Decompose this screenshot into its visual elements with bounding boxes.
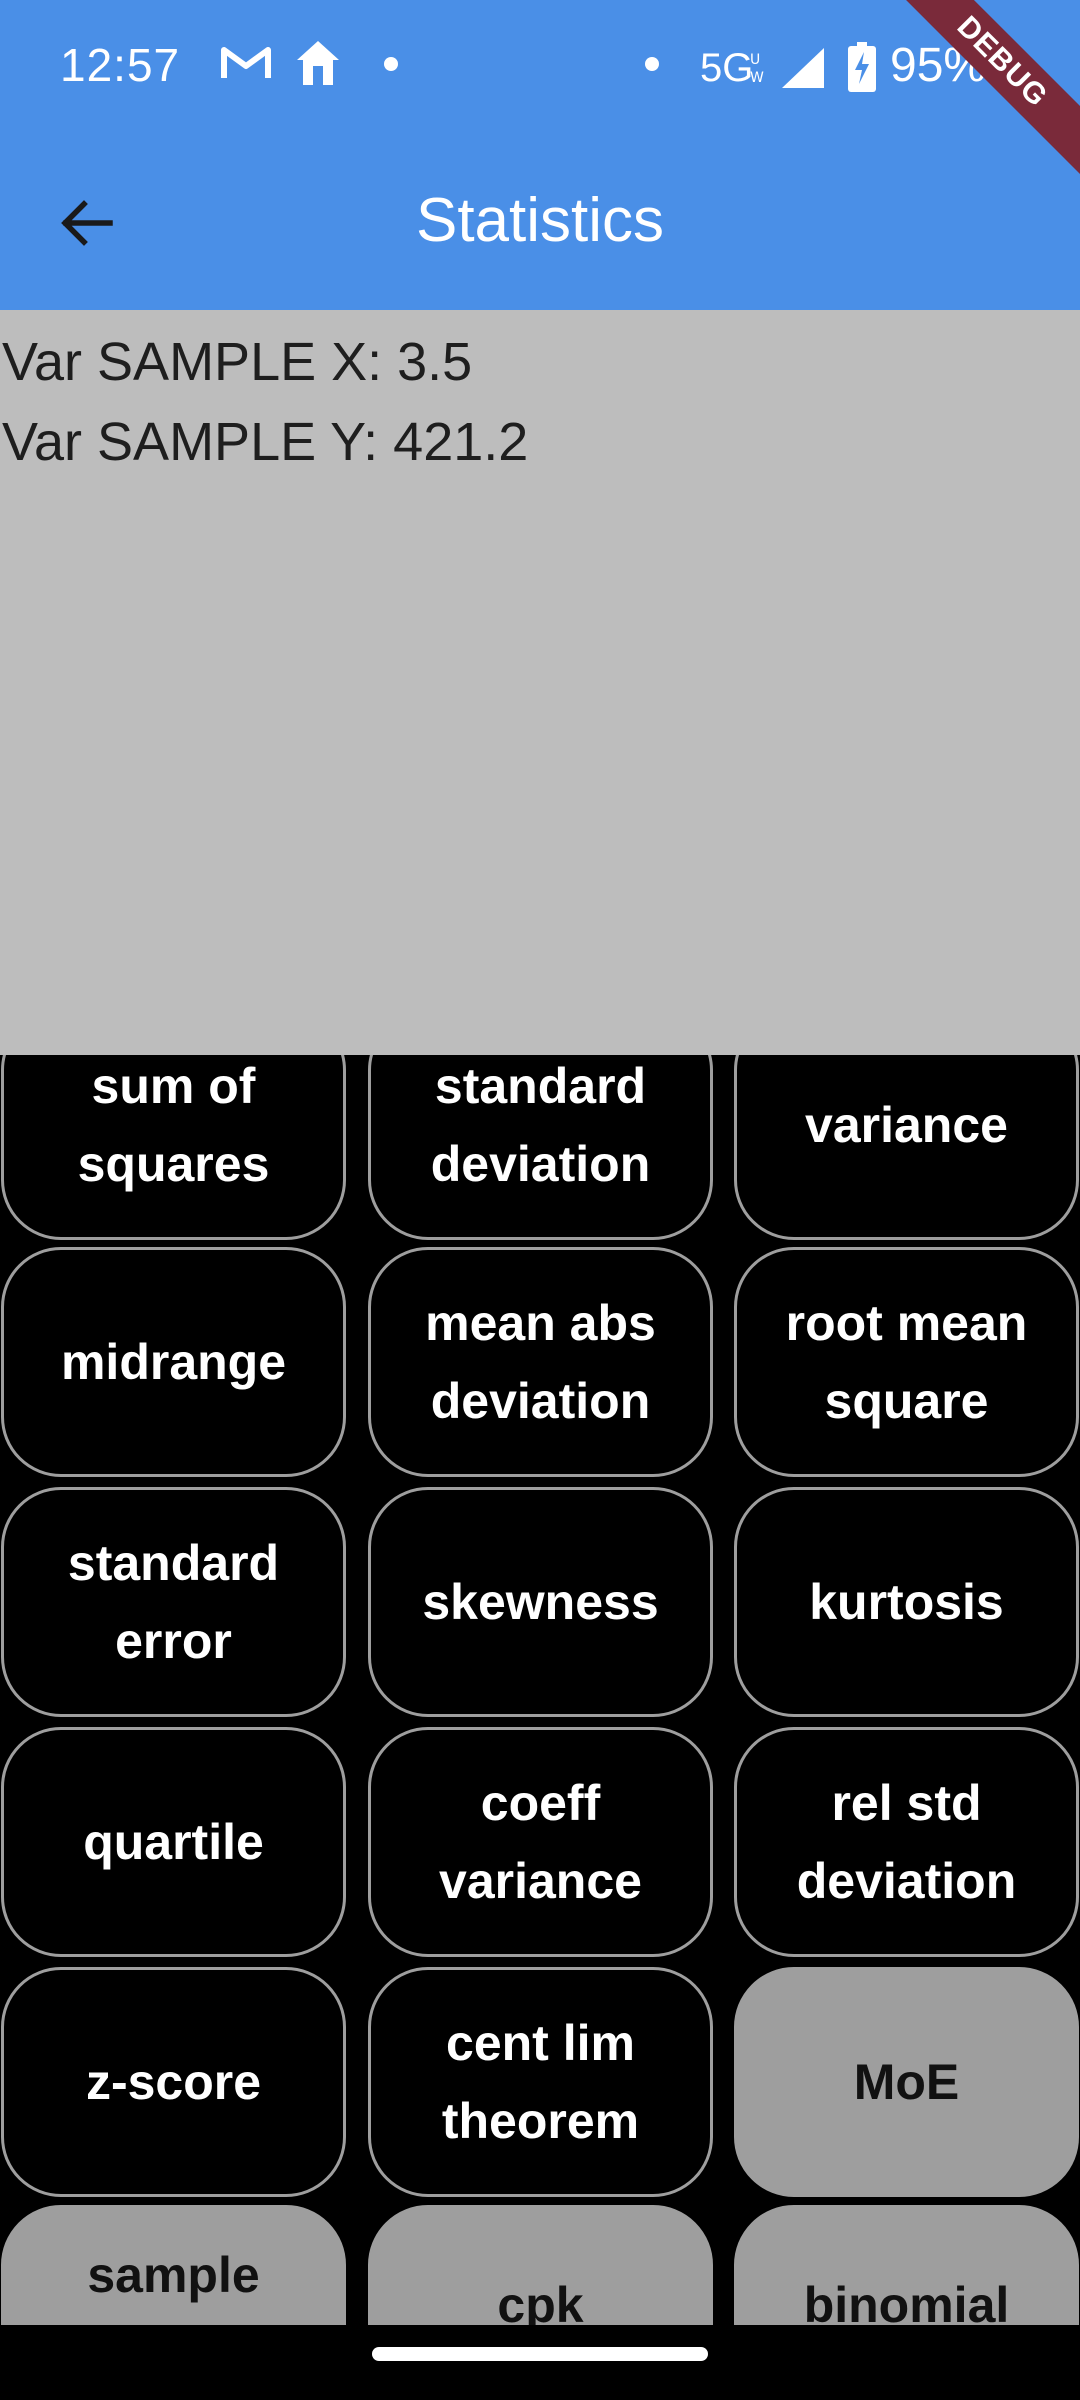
output-line: Var SAMPLE Y: 421.2	[2, 412, 529, 472]
network-sub-icon: U W	[748, 48, 770, 93]
battery-charging-icon	[848, 42, 876, 97]
kurtosis-button[interactable]: kurtosis	[734, 1487, 1079, 1717]
status-bar: 12:57 5G U W 95%	[0, 0, 1080, 135]
home-icon	[294, 38, 342, 93]
standard-error-button[interactable]: standard error	[1, 1487, 346, 1717]
output-display: Var SAMPLE X: 3.5 Var SAMPLE Y: 421.2	[0, 310, 1080, 1055]
z-score-button[interactable]: z-score	[1, 1967, 346, 2197]
battery-percent: 95%	[890, 39, 987, 92]
quartile-button[interactable]: quartile	[1, 1727, 346, 1957]
output-line: Var SAMPLE X: 3.5	[2, 332, 473, 392]
mean-abs-deviation-button[interactable]: mean abs deviation	[368, 1247, 713, 1477]
variance-button[interactable]: variance	[734, 1055, 1079, 1240]
skewness-button[interactable]: skewness	[368, 1487, 713, 1717]
sum-of-squares-button[interactable]: sum of squares	[1, 1055, 346, 1240]
network-label: 5G	[700, 46, 754, 90]
function-button-grid: sum of squares standard deviation varian…	[0, 1055, 1080, 2325]
dot-icon	[644, 56, 660, 77]
home-gesture-handle[interactable]	[372, 2347, 708, 2361]
cpk-button[interactable]: cpk	[368, 2205, 713, 2325]
signal-icon	[780, 46, 826, 95]
binomial-button[interactable]: binomial	[734, 2205, 1079, 2325]
system-navigation-bar	[0, 2325, 1080, 2400]
coeff-variance-button[interactable]: coeff variance	[368, 1727, 713, 1957]
cent-lim-theorem-button[interactable]: cent lim theorem	[368, 1967, 713, 2197]
app-bar: Statistics	[0, 135, 1080, 310]
svg-text:U: U	[750, 52, 760, 68]
root-mean-square-button[interactable]: root mean square	[734, 1247, 1079, 1477]
midrange-button[interactable]: midrange	[1, 1247, 346, 1477]
sample-button[interactable]: sample	[1, 2205, 346, 2325]
dot-icon	[383, 56, 399, 77]
svg-text:W: W	[750, 70, 764, 86]
rel-std-deviation-button[interactable]: rel std deviation	[734, 1727, 1079, 1957]
page-title: Statistics	[415, 186, 665, 255]
status-time: 12:57	[60, 39, 181, 91]
moe-button[interactable]: MoE	[734, 1967, 1079, 2197]
standard-deviation-button[interactable]: standard deviation	[368, 1055, 713, 1240]
gmail-icon	[220, 42, 272, 87]
